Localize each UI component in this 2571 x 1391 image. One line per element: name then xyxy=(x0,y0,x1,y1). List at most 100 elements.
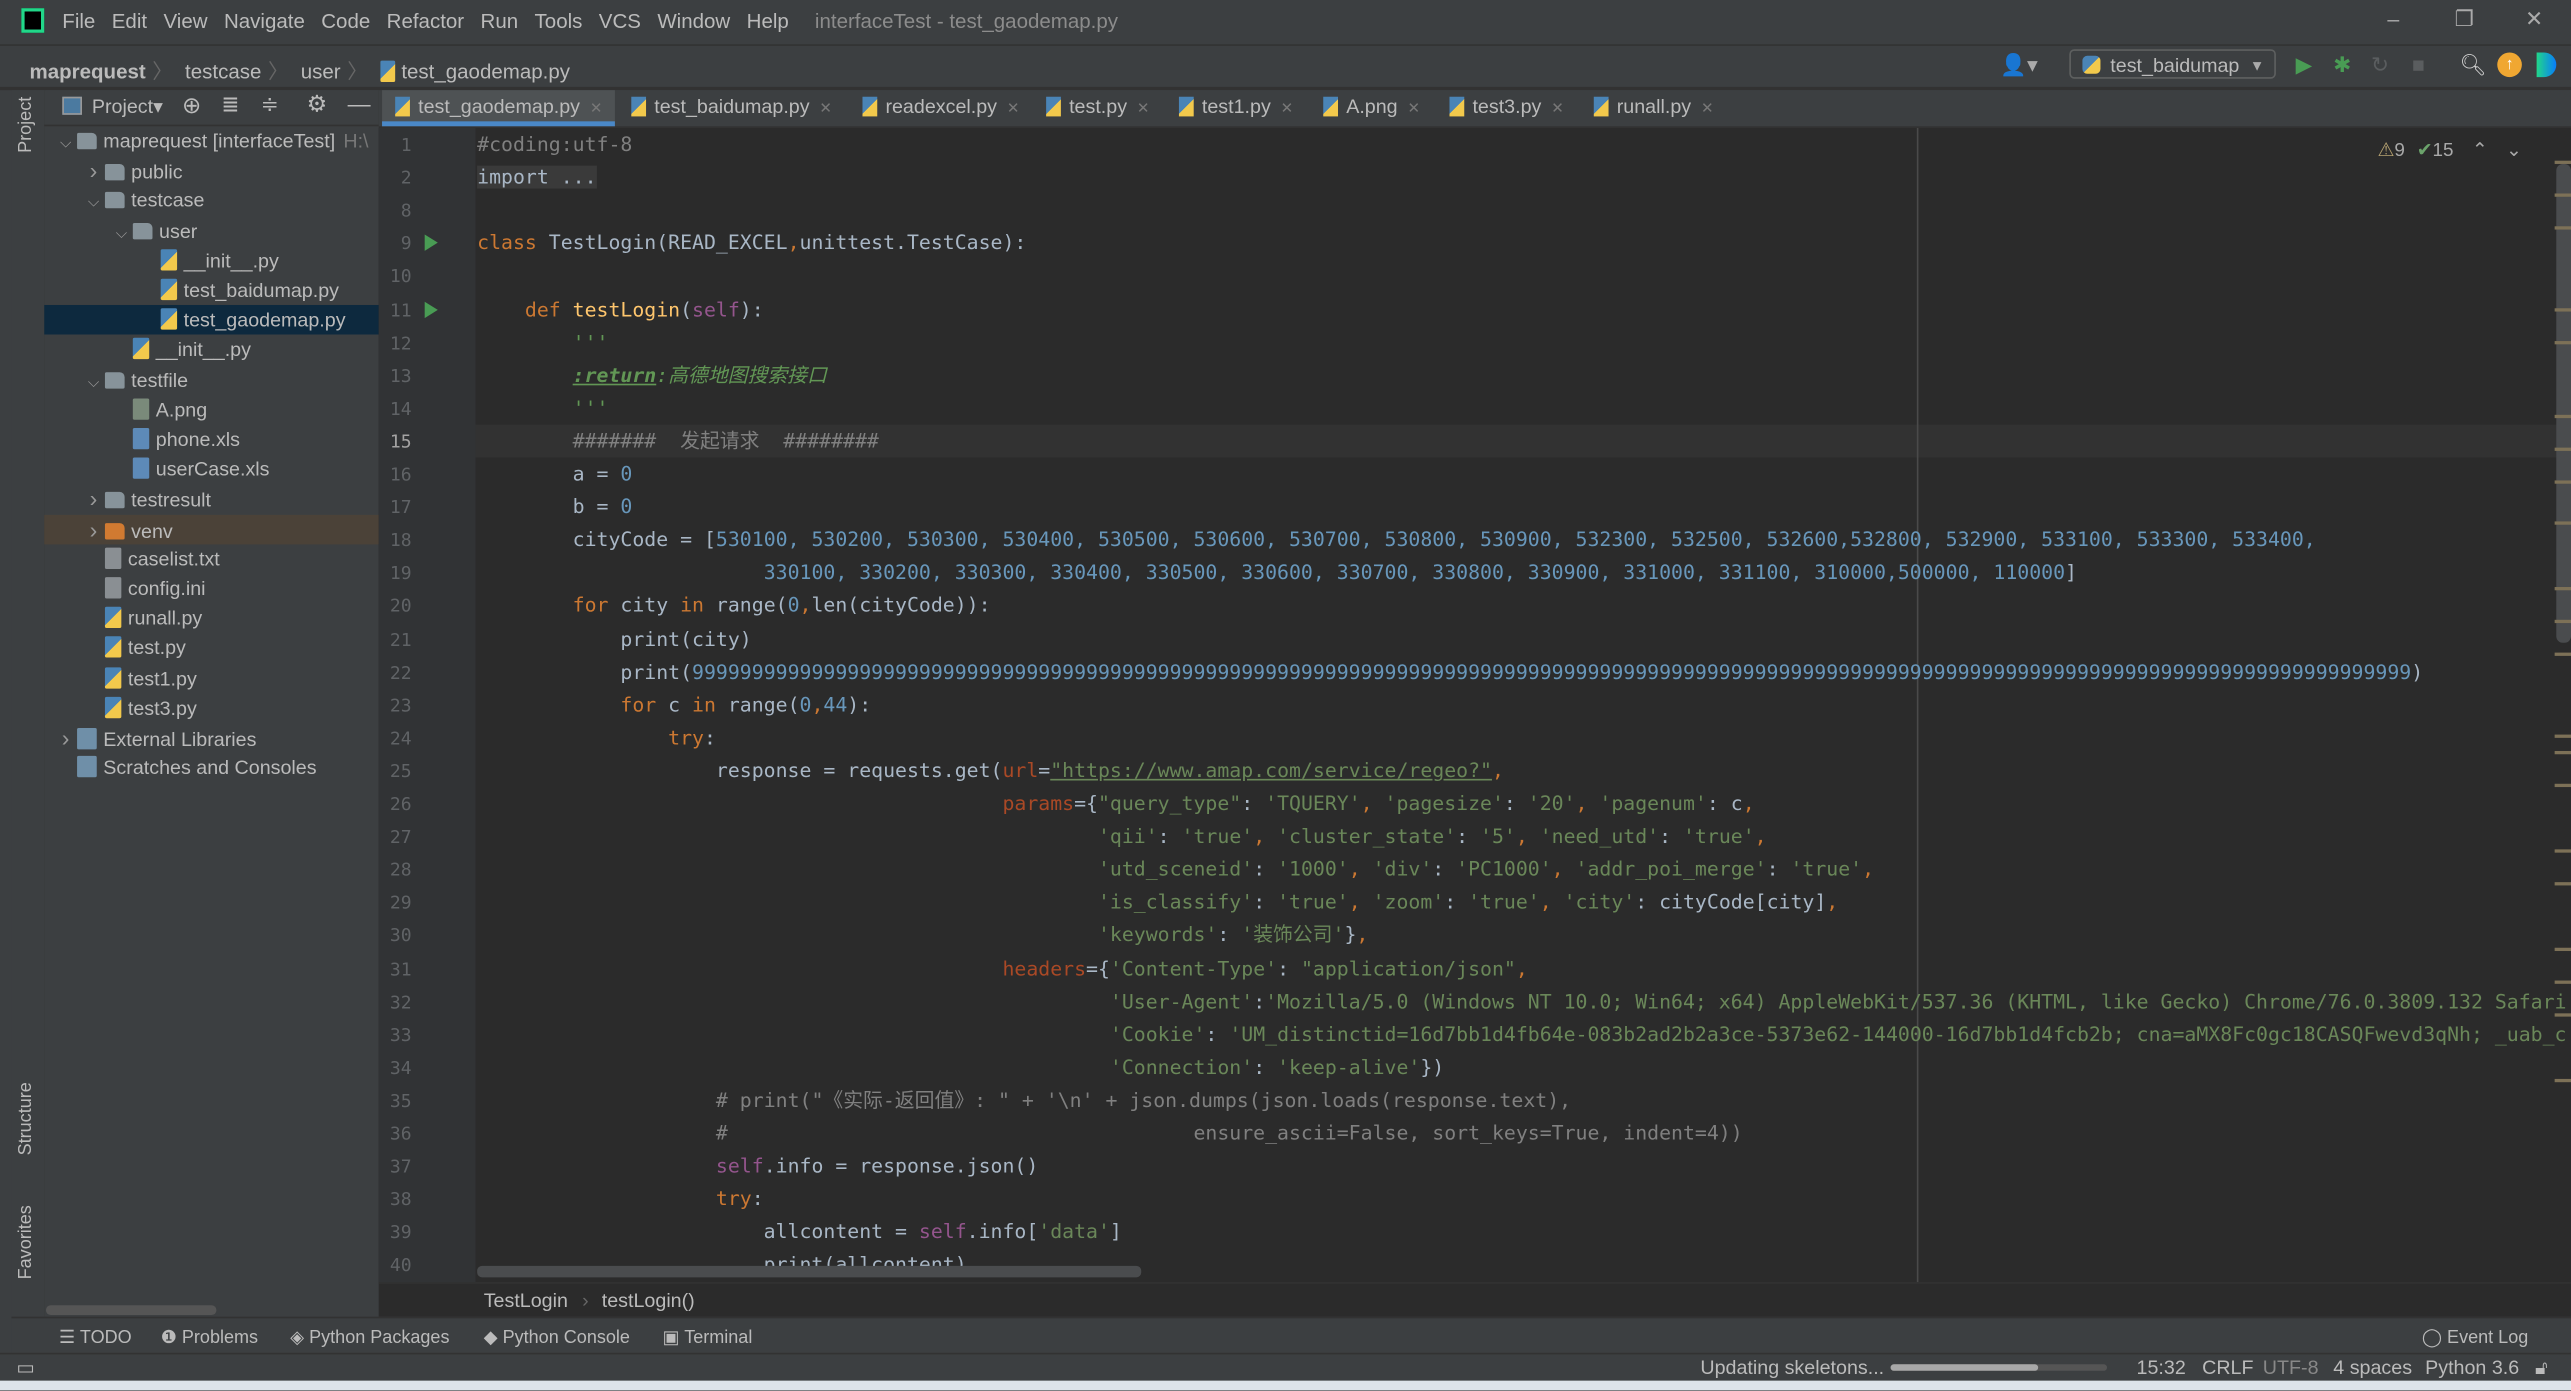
error-stripe-mark[interactable] xyxy=(2554,308,2571,312)
error-stripe-mark[interactable] xyxy=(2554,447,2571,451)
menu-vcs[interactable]: VCS xyxy=(599,10,641,33)
error-stripe-mark[interactable] xyxy=(2554,587,2571,591)
toolbox-icon[interactable] xyxy=(2536,52,2557,78)
restore-button[interactable]: ❐ xyxy=(2455,7,2474,33)
tab-test3-py[interactable]: test3.py ✕ xyxy=(1436,90,1564,126)
chevron-down-icon[interactable]: ⌵ xyxy=(82,367,105,397)
chevron-right-icon[interactable]: › xyxy=(82,156,105,186)
error-stripe-mark[interactable] xyxy=(2554,521,2571,525)
chevron-right-icon[interactable]: › xyxy=(82,484,105,514)
tab-test_gaodemap-py[interactable]: test_gaodemap.py ✕ xyxy=(382,90,615,127)
hide-icon[interactable]: — xyxy=(348,90,371,116)
error-stripe-mark[interactable] xyxy=(2554,980,2571,984)
error-stripe-mark[interactable] xyxy=(2554,226,2571,230)
chevron-down-icon[interactable]: ⌵ xyxy=(82,188,105,218)
file-encoding[interactable]: UTF-8 xyxy=(2263,1356,2319,1379)
crumb-project[interactable]: maprequest xyxy=(30,61,146,84)
tree-item[interactable]: test1.py xyxy=(44,663,378,693)
tree-item[interactable]: test.py xyxy=(44,634,378,664)
favorites-tool-tab[interactable]: Favorites xyxy=(16,1205,36,1279)
horizontal-scrollbar[interactable] xyxy=(477,1265,1142,1278)
tree-item[interactable]: test3.py xyxy=(44,693,378,723)
breadcrumb-method[interactable]: testLogin() xyxy=(602,1289,695,1312)
menu-help[interactable]: Help xyxy=(747,10,789,33)
menu-tools[interactable]: Tools xyxy=(535,10,583,33)
error-stripe-mark[interactable] xyxy=(2554,193,2571,197)
tree-item[interactable]: › public xyxy=(44,156,378,186)
rerun-icon[interactable]: ↻ xyxy=(2371,52,2389,78)
code-editor[interactable]: 1 2 8 9 10 11 12 13 14 15 16 17 18 19 20 21 22 23 24 25 26 27… xyxy=(378,127,2571,1283)
tree-item[interactable]: runall.py xyxy=(44,604,378,634)
crumb-file[interactable]: test_gaodemap.py xyxy=(401,61,570,84)
vertical-scrollbar[interactable] xyxy=(2556,163,2571,643)
tool-problems[interactable]: ❶ Problems xyxy=(161,1327,258,1348)
structure-tool-tab[interactable]: Structure xyxy=(16,1082,36,1155)
chevron-down-icon[interactable]: ⌵ xyxy=(54,128,77,158)
close-tab-icon[interactable]: ✕ xyxy=(1137,100,1149,116)
tree-item[interactable]: Scratches and Consoles xyxy=(44,753,378,783)
run-icon[interactable]: ▶ xyxy=(2296,52,2312,78)
tab-readexcel-py[interactable]: readexcel.py ✕ xyxy=(849,90,1019,126)
close-button[interactable]: ✕ xyxy=(2525,7,2543,33)
lock-icon[interactable]: 🔓︎ xyxy=(2535,1356,2548,1381)
menu-refactor[interactable]: Refactor xyxy=(387,10,464,33)
error-stripe-mark[interactable] xyxy=(2554,783,2571,788)
tree-item[interactable]: caselist.txt xyxy=(44,544,378,574)
tool-python-packages[interactable]: ◈ Python Packages xyxy=(290,1327,449,1348)
error-stripe-mark[interactable] xyxy=(2554,414,2571,419)
close-tab-icon[interactable]: ✕ xyxy=(1407,100,1419,116)
next-highlight-icon[interactable]: ⌄ xyxy=(2506,141,2522,161)
close-tab-icon[interactable]: ✕ xyxy=(1007,100,1019,116)
tool-todo[interactable]: ☰ TODO xyxy=(59,1327,132,1348)
caret-position[interactable]: 15:32 xyxy=(2137,1356,2186,1379)
tree-item[interactable]: test_baidumap.py xyxy=(44,275,378,305)
error-stripe-mark[interactable] xyxy=(2554,619,2571,624)
chevron-right-icon[interactable]: › xyxy=(54,723,77,753)
tree-item[interactable]: ⌵ testfile xyxy=(44,365,378,395)
event-log-button[interactable]: ◯ Event Log xyxy=(2422,1327,2528,1348)
project-tool-tab[interactable]: Project xyxy=(16,97,36,153)
tree-item[interactable]: › venv xyxy=(44,514,379,544)
tree-item[interactable]: ⌵ testcase xyxy=(44,186,378,216)
error-stripe-mark[interactable] xyxy=(2554,750,2571,755)
vcs-user-icon[interactable]: 👤▾ xyxy=(2000,52,2037,78)
debug-icon[interactable]: ✱ xyxy=(2333,52,2351,78)
expand-all-icon[interactable]: ≣ xyxy=(221,92,239,118)
close-tab-icon[interactable]: ✕ xyxy=(1551,100,1563,116)
stop-icon[interactable]: ■ xyxy=(2412,52,2425,77)
collapse-all-icon[interactable]: ≑ xyxy=(261,92,279,118)
previous-highlight-icon[interactable]: ⌃ xyxy=(2472,141,2488,161)
tree-item[interactable]: __init__.py xyxy=(44,335,378,365)
close-tab-icon[interactable]: ✕ xyxy=(1281,100,1293,116)
run-gutter-icon[interactable] xyxy=(424,300,438,318)
run-config-select[interactable]: test_baidumap ▼ xyxy=(2069,49,2276,79)
background-task-label[interactable]: Updating skeletons... xyxy=(1700,1356,1884,1379)
line-separator[interactable]: CRLF xyxy=(2202,1356,2253,1379)
error-stripe-mark[interactable] xyxy=(2554,160,2571,164)
update-icon[interactable]: ↑ xyxy=(2497,52,2522,78)
tab-test_baidumap-py[interactable]: test_baidumap.py ✕ xyxy=(618,90,832,126)
inspection-widget[interactable]: ⚠9 ✔15 ⌃ ⌄ xyxy=(2377,138,2521,161)
toggle-tool-windows-icon[interactable]: ▭ xyxy=(16,1356,35,1379)
breadcrumb-class[interactable]: TestLogin xyxy=(484,1289,568,1312)
tab-runall-py[interactable]: runall.py ✕ xyxy=(1581,90,1713,126)
menu-edit[interactable]: Edit xyxy=(112,10,147,33)
crumb-user[interactable]: user xyxy=(301,61,341,84)
tree-item[interactable]: ⌵ maprequest [interfaceTest] H:\ xyxy=(44,126,378,156)
error-stripe-mark[interactable] xyxy=(2554,734,2571,738)
error-stripe-mark[interactable] xyxy=(2554,480,2571,484)
close-tab-icon[interactable]: ✕ xyxy=(1701,100,1713,116)
tree-scrollbar[interactable] xyxy=(45,1305,217,1316)
run-gutter-icon[interactable] xyxy=(424,234,438,252)
tree-item[interactable]: A.png xyxy=(44,395,378,425)
tree-item[interactable]: phone.xls xyxy=(44,425,378,455)
tree-item[interactable]: › testresult xyxy=(44,484,378,514)
tool-python-console[interactable]: ◆ Python Console xyxy=(484,1327,630,1348)
error-stripe-mark[interactable] xyxy=(2554,652,2571,656)
tree-item[interactable]: test_gaodemap.py xyxy=(44,305,379,335)
tab-test1-py[interactable]: test1.py ✕ xyxy=(1166,90,1293,126)
error-stripe-mark[interactable] xyxy=(2554,882,2571,886)
chevron-down-icon[interactable]: ⌵ xyxy=(110,217,133,247)
gear-icon[interactable]: ⚙ xyxy=(307,90,328,118)
menu-view[interactable]: View xyxy=(163,10,207,33)
